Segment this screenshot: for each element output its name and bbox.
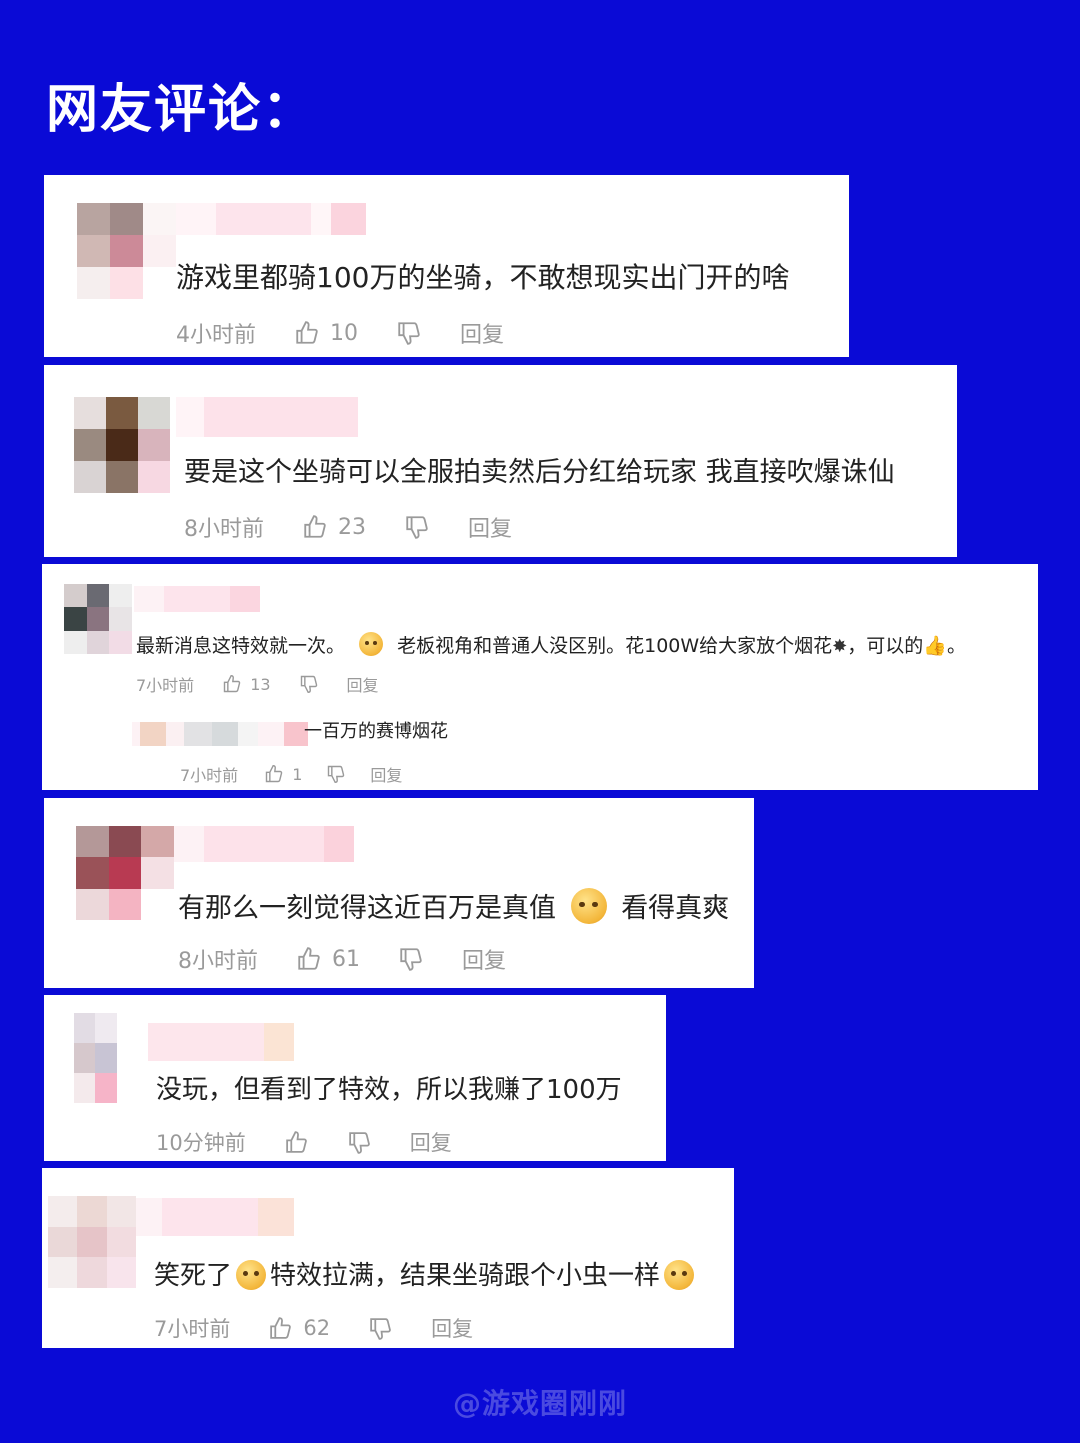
timestamp: 8小时前 bbox=[178, 949, 258, 974]
avatar bbox=[64, 584, 132, 654]
page-title: 网友评论： bbox=[46, 80, 317, 140]
comment-text-part: 笑死了 bbox=[154, 1261, 233, 1291]
username[interactable] bbox=[136, 1198, 294, 1236]
timestamp: 7小时前 bbox=[136, 676, 195, 695]
reply-button[interactable]: 回复 bbox=[370, 762, 402, 786]
comment-meta: 7小时前 62 回复 bbox=[154, 1313, 473, 1343]
thumbs-down-icon bbox=[300, 675, 317, 694]
sub-reply-username[interactable] bbox=[132, 722, 332, 746]
comment-meta: 4小时前 10 回复 bbox=[176, 317, 504, 349]
thumbs-up-emoji-icon: 👍 bbox=[923, 635, 947, 657]
comment-text: 笑死了 特效拉满，结果坐骑跟个小虫一样 bbox=[154, 1260, 698, 1292]
like-count: 23 bbox=[338, 514, 366, 540]
comment-card: 最新消息这特效就一次。 老板视角和普通人没区别。花100W给大家放个烟花✸，可以… bbox=[42, 564, 1038, 790]
like-button[interactable] bbox=[284, 1130, 309, 1155]
thumbs-up-icon bbox=[270, 1316, 292, 1339]
comment-text-part: 。 bbox=[946, 635, 966, 657]
comment-card: 有那么一刻觉得这近百万是真值 看得真爽 8小时前 61 回复 bbox=[44, 798, 754, 988]
thumbs-up-icon bbox=[285, 1130, 307, 1153]
dislike-button[interactable] bbox=[368, 1316, 393, 1341]
dislike-button[interactable] bbox=[299, 674, 319, 694]
comment-card: 没玩，但看到了特效，所以我赚了100万 10分钟前 回复 bbox=[44, 995, 666, 1161]
comment-meta: 10分钟前 回复 bbox=[156, 1127, 452, 1157]
reply-button[interactable]: 回复 bbox=[468, 511, 512, 543]
thumbs-up-icon bbox=[265, 764, 283, 783]
like-button[interactable]: 13 bbox=[222, 674, 271, 694]
sub-reply-text: 一百万的赛博烟花 bbox=[304, 721, 448, 742]
comment-text-part: ，可以的 bbox=[847, 635, 924, 657]
emoji-face-icon bbox=[236, 1260, 267, 1290]
username[interactable] bbox=[174, 826, 354, 862]
avatar bbox=[76, 826, 174, 920]
emoji-face-icon bbox=[359, 632, 384, 656]
like-count: 13 bbox=[250, 674, 271, 694]
comment-meta: 8小时前 61 回复 bbox=[178, 943, 506, 975]
avatar bbox=[77, 203, 176, 299]
comment-text-part: 看得真爽 bbox=[621, 893, 730, 924]
thumbs-up-icon bbox=[298, 947, 320, 970]
comment-card: 笑死了 特效拉满，结果坐骑跟个小虫一样 7小时前 62 回复 bbox=[42, 1168, 734, 1348]
thumbs-down-icon bbox=[406, 516, 428, 539]
like-button[interactable]: 62 bbox=[268, 1316, 330, 1341]
username[interactable] bbox=[176, 203, 366, 235]
comment-meta: 8小时前 23 回复 bbox=[184, 511, 512, 543]
reply-button[interactable]: 回复 bbox=[431, 1313, 473, 1343]
thumbs-down-icon bbox=[400, 948, 422, 971]
username[interactable] bbox=[148, 1023, 294, 1061]
like-count: 61 bbox=[332, 946, 360, 972]
comment-text: 有那么一刻觉得这近百万是真值 看得真爽 bbox=[178, 888, 729, 925]
sub-reply-meta: 7小时前 1 回复 bbox=[180, 762, 402, 786]
username[interactable] bbox=[176, 397, 358, 437]
firework-icon: ✸ bbox=[832, 636, 848, 657]
thumbs-down-icon bbox=[398, 322, 420, 345]
dislike-button[interactable] bbox=[398, 946, 424, 972]
comment-text: 没玩，但看到了特效，所以我赚了100万 bbox=[156, 1075, 622, 1105]
like-button[interactable]: 1 bbox=[264, 764, 302, 784]
comment-text: 游戏里都骑100万的坐骑，不敢想现实出门开的啥 bbox=[176, 261, 790, 294]
emoji-face-icon bbox=[570, 888, 607, 924]
like-count: 10 bbox=[330, 320, 358, 346]
dislike-button[interactable] bbox=[396, 320, 422, 346]
like-count: 1 bbox=[292, 764, 303, 784]
reply-button[interactable]: 回复 bbox=[347, 672, 379, 696]
reply-button[interactable]: 回复 bbox=[460, 317, 504, 349]
dislike-button[interactable] bbox=[326, 764, 346, 784]
comment-card: 游戏里都骑100万的坐骑，不敢想现实出门开的啥 4小时前 10 回复 bbox=[44, 175, 849, 357]
comment-text-part: 有那么一刻觉得这近百万是真值 bbox=[178, 893, 556, 924]
dislike-button[interactable] bbox=[404, 514, 430, 540]
timestamp: 8小时前 bbox=[184, 517, 264, 542]
watermark: @游戏圈刚刚 bbox=[452, 1387, 627, 1420]
comment-text-part: 老板视角和普通人没区别。花100W给大家放个烟花 bbox=[397, 635, 833, 657]
timestamp: 10分钟前 bbox=[156, 1131, 246, 1155]
timestamp: 4小时前 bbox=[176, 323, 256, 348]
like-button[interactable]: 23 bbox=[302, 514, 366, 540]
thumbs-down-icon bbox=[370, 1317, 391, 1340]
like-button[interactable]: 10 bbox=[294, 320, 358, 346]
reply-button[interactable]: 回复 bbox=[410, 1127, 452, 1157]
dislike-button[interactable] bbox=[347, 1130, 372, 1155]
comment-text-part: 最新消息这特效就一次。 bbox=[136, 635, 346, 657]
comment-text: 要是这个坐骑可以全服拍卖然后分红给玩家 我直接吹爆诛仙 bbox=[184, 457, 895, 488]
like-count: 62 bbox=[303, 1316, 331, 1340]
avatar bbox=[74, 397, 170, 493]
timestamp: 7小时前 bbox=[180, 766, 239, 785]
like-button[interactable]: 61 bbox=[296, 946, 360, 972]
reply-button[interactable]: 回复 bbox=[462, 943, 506, 975]
comment-text-part: 特效拉满，结果坐骑跟个小虫一样 bbox=[270, 1261, 661, 1291]
avatar bbox=[48, 1196, 136, 1288]
comment-meta: 7小时前 13 回复 bbox=[136, 672, 379, 696]
thumbs-up-icon bbox=[296, 321, 318, 344]
thumbs-down-icon bbox=[328, 765, 345, 784]
avatar bbox=[74, 1013, 138, 1103]
thumbs-down-icon bbox=[348, 1131, 370, 1154]
username[interactable] bbox=[134, 586, 260, 612]
emoji-face-icon bbox=[664, 1260, 695, 1290]
timestamp: 7小时前 bbox=[154, 1317, 231, 1341]
thumbs-up-icon bbox=[223, 674, 241, 693]
comment-card: 要是这个坐骑可以全服拍卖然后分红给玩家 我直接吹爆诛仙 8小时前 23 回复 bbox=[44, 365, 957, 557]
thumbs-up-icon bbox=[304, 515, 326, 538]
comment-text: 最新消息这特效就一次。 老板视角和普通人没区别。花100W给大家放个烟花✸，可以… bbox=[136, 632, 966, 658]
